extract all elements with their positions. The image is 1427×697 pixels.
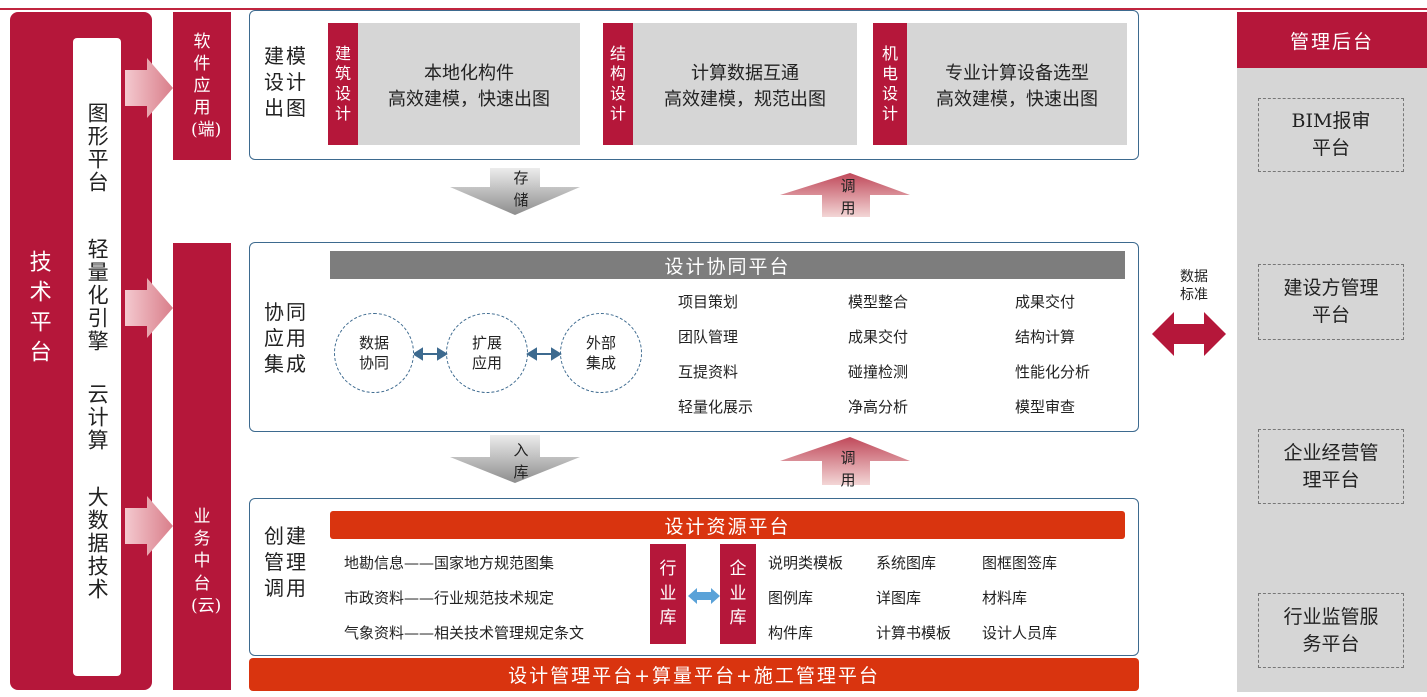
resource-item: 构件库	[768, 624, 814, 642]
collab-item: 团队管理	[678, 328, 739, 346]
double-arrow-icon	[688, 588, 720, 604]
circle-data-collab: 数据协同	[334, 313, 414, 393]
collab-item: 项目策划	[678, 293, 739, 311]
import-label: 入库	[513, 441, 529, 481]
call-label-bottom: 调用	[840, 449, 856, 489]
card-architecture: 建筑设计 本地化构件 高效建模，快速出图	[328, 23, 580, 145]
call-label-top: 调用	[840, 177, 856, 217]
collab-item: 结构计算	[1015, 328, 1076, 346]
software-app-column: 软件应用(端)	[173, 12, 231, 160]
resource-label: 创建管理调用	[264, 524, 308, 600]
collab-item: 成果交付	[1015, 293, 1076, 311]
arrow-right-icon	[125, 58, 173, 118]
collab-item: 成果交付	[848, 328, 909, 346]
circle-external-integration: 外部集成	[560, 313, 642, 393]
resource-right-items: 说明类模板 系统图库 图框图签库 图例库 详图库 材料库 构件库 计算书模板 设…	[768, 546, 1128, 651]
data-standard-arrow	[1152, 312, 1226, 356]
data-standard-label: 数据标准	[1180, 269, 1208, 304]
collab-item: 性能化分析	[1015, 363, 1091, 381]
tech-platform-title: 技术平台	[25, 250, 51, 370]
collab-row: 团队管理 成果交付 结构计算	[678, 326, 1138, 361]
collab-row: 项目策划 模型整合 成果交付	[678, 291, 1138, 326]
collab-label: 协同应用集成	[264, 300, 308, 376]
tech-item-graphics: 图形平台	[85, 102, 110, 194]
admin-industry-supervision: 行业监管服务平台	[1258, 593, 1404, 668]
resource-item: 图例库	[768, 589, 814, 607]
resource-row: 说明类模板 系统图库 图框图签库	[768, 546, 1128, 581]
resource-item: 材料库	[982, 589, 1028, 607]
double-arrow-icon	[1152, 312, 1226, 356]
modeling-label: 建模设计出图	[264, 44, 308, 120]
double-arrow-icon	[414, 347, 448, 361]
business-center-column: 业务中台(云)	[173, 243, 231, 690]
card-mep: 机电设计 专业计算设备选型 高效建模，快速出图	[873, 23, 1127, 145]
resource-item: 说明类模板	[768, 554, 844, 572]
tech-item-cloud-computing: 云计算	[85, 383, 110, 452]
resource-item: 系统图库	[876, 554, 937, 572]
card-structure-line1: 计算数据互通	[691, 63, 799, 84]
admin-enterprise-operation: 企业经营管理平台	[1258, 429, 1404, 504]
modeling-panel: 建模设计出图 建筑设计 本地化构件 高效建模，快速出图 结构设计 计算数据互通 …	[249, 10, 1139, 160]
card-architecture-line1: 本地化构件	[424, 63, 514, 84]
resource-platform-title: 设计资源平台	[330, 511, 1125, 539]
enterprise-library: 企业库	[720, 544, 756, 644]
card-architecture-line2: 高效建模，快速出图	[388, 89, 550, 111]
resource-panel: 设计资源平台 创建管理调用 地勘信息——国家地方规范图集 市政资料——行业规范技…	[249, 498, 1139, 656]
collab-item: 碰撞检测	[848, 363, 909, 381]
arrow-right-icon	[125, 496, 173, 556]
resource-row: 图例库 详图库 材料库	[768, 581, 1128, 616]
collab-item: 模型审查	[1015, 398, 1076, 416]
resource-item: 图框图签库	[982, 554, 1058, 572]
card-architecture-tag: 建筑设计	[328, 23, 358, 145]
card-structure-tag: 结构设计	[603, 23, 633, 145]
arrow-right-icon	[125, 278, 173, 338]
card-structure: 结构设计 计算数据互通 高效建模，规范出图	[603, 23, 857, 145]
circle-links	[414, 347, 562, 361]
tech-item-big-data: 大数据技术	[85, 486, 110, 601]
store-label: 存储	[513, 169, 529, 209]
admin-title: 管理后台	[1237, 12, 1427, 68]
library-link	[688, 588, 720, 604]
collab-item: 模型整合	[848, 293, 909, 311]
card-structure-line2: 高效建模，规范出图	[664, 89, 826, 111]
bottom-platform-bar: 设计管理平台+算量平台+施工管理平台	[249, 658, 1139, 691]
industry-library: 行业库	[650, 544, 686, 644]
resource-item: 详图库	[876, 589, 922, 607]
admin-construction-owner: 建设方管理平台	[1258, 264, 1404, 340]
collab-item: 轻量化展示	[678, 398, 754, 416]
flow-arrows-left	[125, 58, 173, 556]
collab-item: 互提资料	[678, 363, 739, 381]
resource-left-list: 地勘信息——国家地方规范图集 市政资料——行业规范技术规定 气象资料——相关技术…	[344, 546, 654, 651]
collab-row: 轻量化展示 净高分析 模型审查	[678, 396, 1138, 431]
card-mep-line2: 高效建模，快速出图	[936, 89, 1098, 111]
card-mep-line1: 专业计算设备选型	[945, 63, 1089, 84]
double-arrow-icon	[526, 347, 562, 361]
collab-platform-title: 设计协同平台	[330, 251, 1125, 279]
tech-item-lightweight-engine: 轻量化引擎	[85, 238, 110, 353]
resource-left-item: 市政资料——行业规范技术规定	[344, 589, 555, 607]
collab-items: 项目策划 模型整合 成果交付 团队管理 成果交付 结构计算 互提资料 碰撞检测 …	[678, 291, 1138, 431]
tech-platform-list: 图形平台 轻量化引擎 云计算 大数据技术	[73, 38, 121, 676]
resource-row: 构件库 计算书模板 设计人员库	[768, 616, 1128, 651]
admin-bim-review: BIM报审平台	[1258, 98, 1404, 172]
collab-row: 互提资料 碰撞检测 性能化分析	[678, 361, 1138, 396]
collab-item: 净高分析	[848, 398, 909, 416]
card-mep-tag: 机电设计	[873, 23, 907, 145]
resource-item: 设计人员库	[982, 624, 1058, 642]
resource-left-item: 地勘信息——国家地方规范图集	[344, 554, 555, 572]
resource-item: 计算书模板	[876, 624, 952, 642]
resource-left-item: 气象资料——相关技术管理规定条文	[344, 624, 585, 642]
collab-panel: 设计协同平台 协同应用集成 数据协同 扩展应用 外部集成 项目策划 模型整合 成…	[249, 242, 1139, 432]
